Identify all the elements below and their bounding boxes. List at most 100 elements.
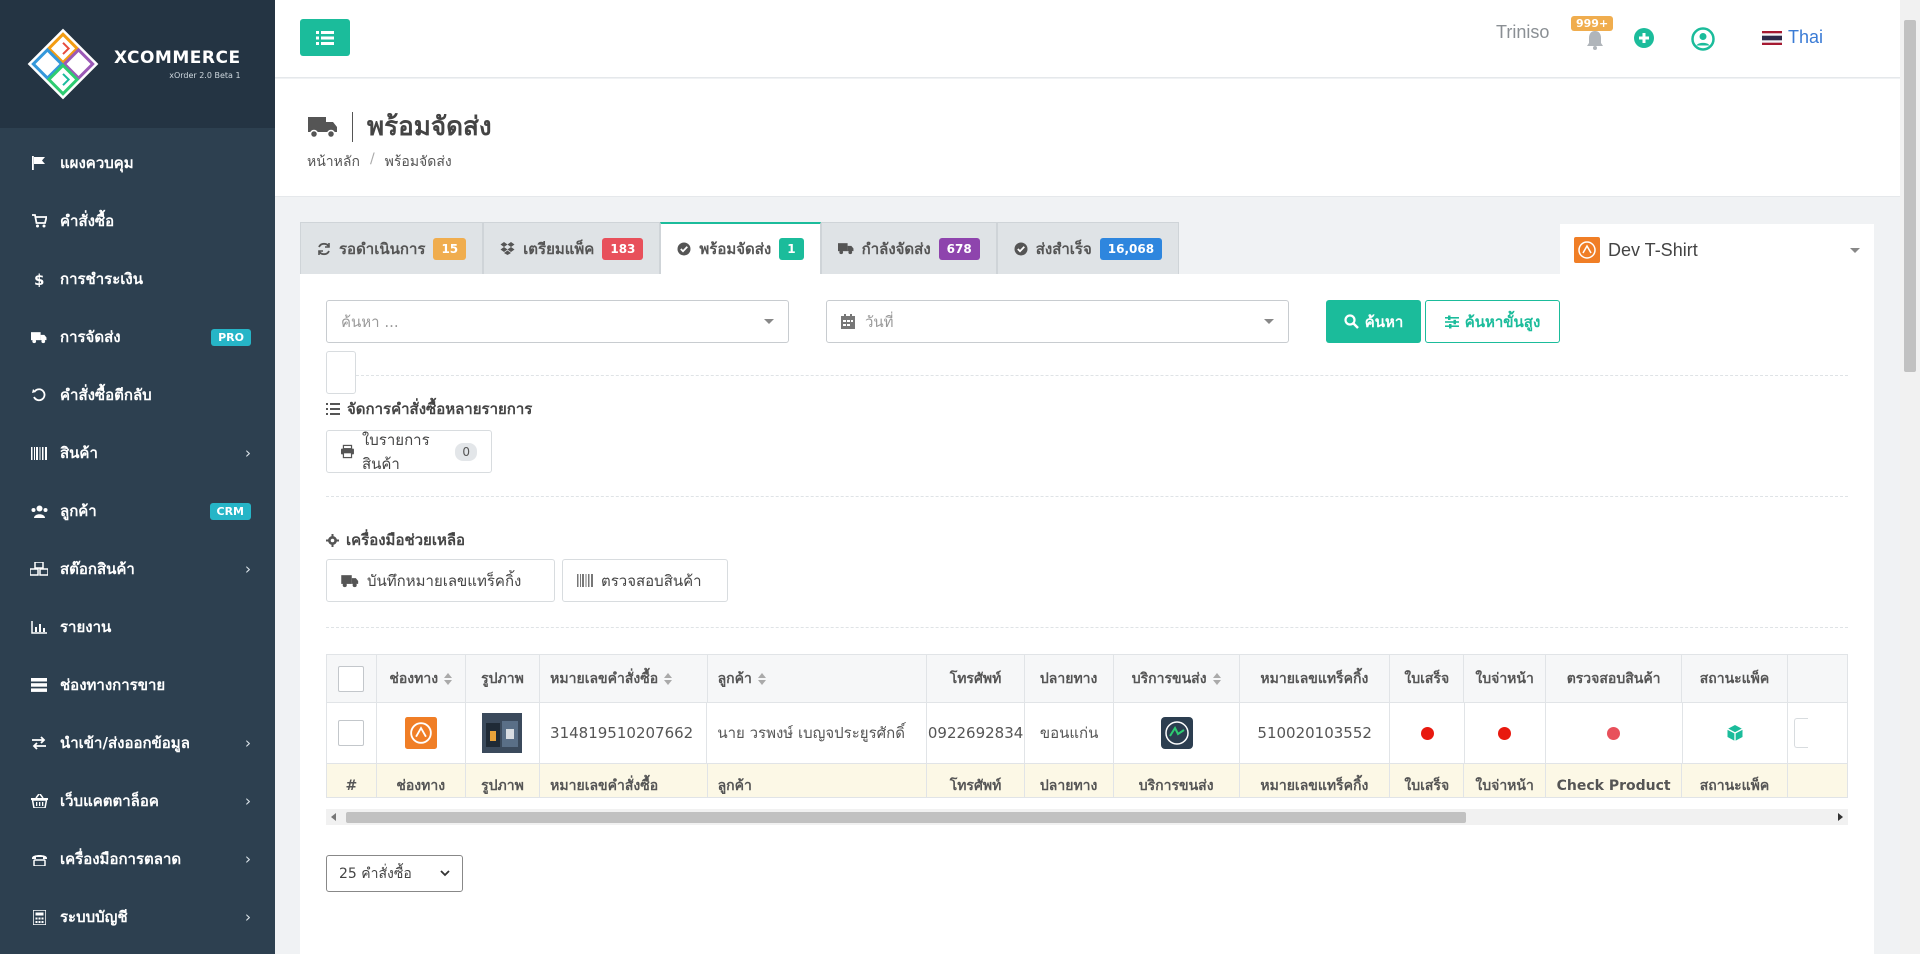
page-vertical-scrollbar[interactable] <box>1900 0 1920 954</box>
header-image: รูปภาพ <box>466 655 541 702</box>
dropbox-icon <box>500 242 515 255</box>
orders-table: ช่องทาง รูปภาพ หมายเลขคำสั่งซื้อ ลูกค้า … <box>326 654 1848 798</box>
per-page-value: 25 คำสั่งซื้อ <box>339 865 412 882</box>
receipt-status-cell <box>1390 703 1465 763</box>
shop-select[interactable]: Dev T-Shirt <box>1560 224 1874 276</box>
pack-status-cell <box>1683 703 1788 763</box>
undo-icon <box>30 387 48 403</box>
sidebar-item-3[interactable]: $ การชำระเงิน <box>0 250 275 308</box>
record-tracking-button[interactable]: บันทึกหมายเลขแทร็คกิ้ง <box>326 559 555 602</box>
shop-logo-icon <box>404 717 437 749</box>
refresh-icon <box>317 242 331 256</box>
scroll-left-icon[interactable] <box>331 813 336 821</box>
calendar-icon <box>841 314 855 329</box>
bulk-actions-title: จัดการคำสั่งซื้อหลายรายการ <box>326 397 532 421</box>
sidebar-item-1[interactable]: แผงควบคุม <box>0 134 275 192</box>
action-button[interactable] <box>1793 718 1808 748</box>
truck-icon <box>308 116 337 138</box>
sidebar-badge: PRO <box>211 328 251 346</box>
tab-3[interactable]: พร้อมจัดส่ง 1 <box>660 222 821 274</box>
language-label: Thai <box>1788 27 1824 47</box>
sidebar-item-10[interactable]: ช่องทางการขาย <box>0 656 275 714</box>
list-icon <box>326 403 340 415</box>
header-customer[interactable]: ลูกค้า <box>708 655 928 702</box>
footer-image: รูปภาพ <box>466 764 541 797</box>
scrollbar-thumb[interactable] <box>346 812 1466 823</box>
header-order-number[interactable]: หมายเลขคำสั่งซื้อ <box>540 655 708 702</box>
advanced-search-button[interactable]: ค้นหาขั้นสูง <box>1425 300 1560 343</box>
footer-order-number: หมายเลขคำสั่งซื้อ <box>540 764 708 797</box>
shop-logo-icon <box>1574 237 1600 263</box>
header-shipping-service[interactable]: บริการขนส่ง <box>1114 655 1240 702</box>
header-destination: ปลายทาง <box>1025 655 1114 702</box>
add-button[interactable] <box>1634 28 1654 48</box>
action-cell <box>1788 703 1847 763</box>
table-row[interactable]: 314819510207662 นาย วรพงษ์ เบญจประยูรศัก… <box>327 703 1847 764</box>
sidebar-item-14[interactable]: ระบบบัญชี › <box>0 888 275 946</box>
logo[interactable]: XCOMMERCE xOrder 2.0 Beta 1 <box>0 0 275 128</box>
header-channel[interactable]: ช่องทาง <box>377 655 466 702</box>
barcode-icon <box>30 445 48 461</box>
sidebar-item-label: สินค้า <box>60 444 98 462</box>
table-horizontal-scrollbar[interactable] <box>326 809 1848 825</box>
scrollbar-thumb[interactable] <box>1904 20 1916 372</box>
profile-button[interactable] <box>1691 27 1715 51</box>
print-packing-list-button[interactable]: ใบรายการสินค้า 0 <box>326 430 492 473</box>
footer-index: # <box>327 764 377 797</box>
logo-version: xOrder 2.0 Beta 1 <box>169 71 241 80</box>
sidebar-item-12[interactable]: เว็บแคตตาล็อค › <box>0 772 275 830</box>
order-number-cell[interactable]: 314819510207662 <box>540 703 708 763</box>
tab-1[interactable]: รอดำเนินการ 15 <box>300 222 484 274</box>
date-filter[interactable]: วันที่ <box>826 300 1289 343</box>
product-thumbnail[interactable] <box>482 713 523 753</box>
header-shipping-label: ใบจ่าหน้า <box>1464 655 1546 702</box>
cube-icon[interactable] <box>1726 724 1744 742</box>
page-header: พร้อมจัดส่ง หน้าหลัก / พร้อมจัดส่ง <box>275 79 1900 197</box>
tab-label: ส่งสำเร็จ <box>1035 239 1092 258</box>
tab-5[interactable]: ส่งสำเร็จ 16,068 <box>996 222 1180 274</box>
sidebar-item-6[interactable]: สินค้า › <box>0 424 275 482</box>
per-page-select[interactable]: 25 คำสั่งซื้อ <box>326 855 463 892</box>
label-status-dot[interactable] <box>1498 726 1512 740</box>
breadcrumb-home[interactable]: หน้าหลัก <box>307 151 360 173</box>
gear-icon <box>326 533 339 547</box>
sidebar-item-5[interactable]: คำสั่งซื้อตีกลับ <box>0 366 275 424</box>
truck-icon <box>341 574 359 587</box>
footer-channel: ช่องทาง <box>377 764 466 797</box>
sidebar-item-7[interactable]: ลูกค้า CRM <box>0 482 275 540</box>
tools-label: เครื่องมือช่วยเหลือ <box>346 531 466 549</box>
sidebar-item-2[interactable]: คำสั่งซื้อ <box>0 192 275 250</box>
user-circle-icon <box>1691 27 1715 51</box>
receipt-status-dot[interactable] <box>1420 726 1434 740</box>
chevron-right-icon: › <box>245 908 251 926</box>
check-circle-icon <box>677 242 691 256</box>
sidebar-toggle-button[interactable] <box>300 19 350 56</box>
check-product-dot[interactable] <box>1607 726 1621 740</box>
scroll-right-icon[interactable] <box>1838 813 1843 821</box>
select-all-checkbox[interactable] <box>338 665 365 692</box>
sidebar-item-11[interactable]: นำเข้า/ส่งออกข้อมูล › <box>0 714 275 772</box>
row-checkbox[interactable] <box>338 720 365 746</box>
tab-count-badge: 16,068 <box>1099 237 1163 260</box>
tab-2[interactable]: เตรียมแพ็ค 183 <box>483 222 661 274</box>
sidebar-item-8[interactable]: สต๊อกสินค้า › <box>0 540 275 598</box>
tab-4[interactable]: กำลังจัดส่ง 678 <box>820 222 997 274</box>
search-button[interactable]: ค้นหา <box>1326 300 1421 343</box>
check-product-button[interactable]: ตรวจสอบสินค้า <box>562 559 728 602</box>
language-selector[interactable]: Thai <box>1762 27 1823 48</box>
calculator-icon <box>30 909 48 925</box>
sidebar-item-label: สต๊อกสินค้า <box>60 560 135 578</box>
sidebar-item-13[interactable]: เครื่องมือการตลาด › <box>0 830 275 888</box>
tracking-cell[interactable]: 510020103552 <box>1240 703 1391 763</box>
footer-tracking-number: หมายเลขแทร็คกิ้ง <box>1240 764 1391 797</box>
sidebar-item-4[interactable]: การจัดส่ง PRO <box>0 308 275 366</box>
notification-button[interactable] <box>1586 30 1610 52</box>
chevron-right-icon: › <box>245 792 251 810</box>
header-phone: โทรศัพท์ <box>927 655 1025 702</box>
cart-icon <box>30 213 48 229</box>
search-input[interactable]: ค้นหา ... <box>326 300 789 343</box>
sidebar-item-9[interactable]: รายงาน <box>0 598 275 656</box>
basket-icon <box>30 793 48 809</box>
user-name[interactable]: Triniso <box>1496 22 1549 43</box>
footer-shipping-label: ใบจ่าหน้า <box>1464 764 1546 797</box>
